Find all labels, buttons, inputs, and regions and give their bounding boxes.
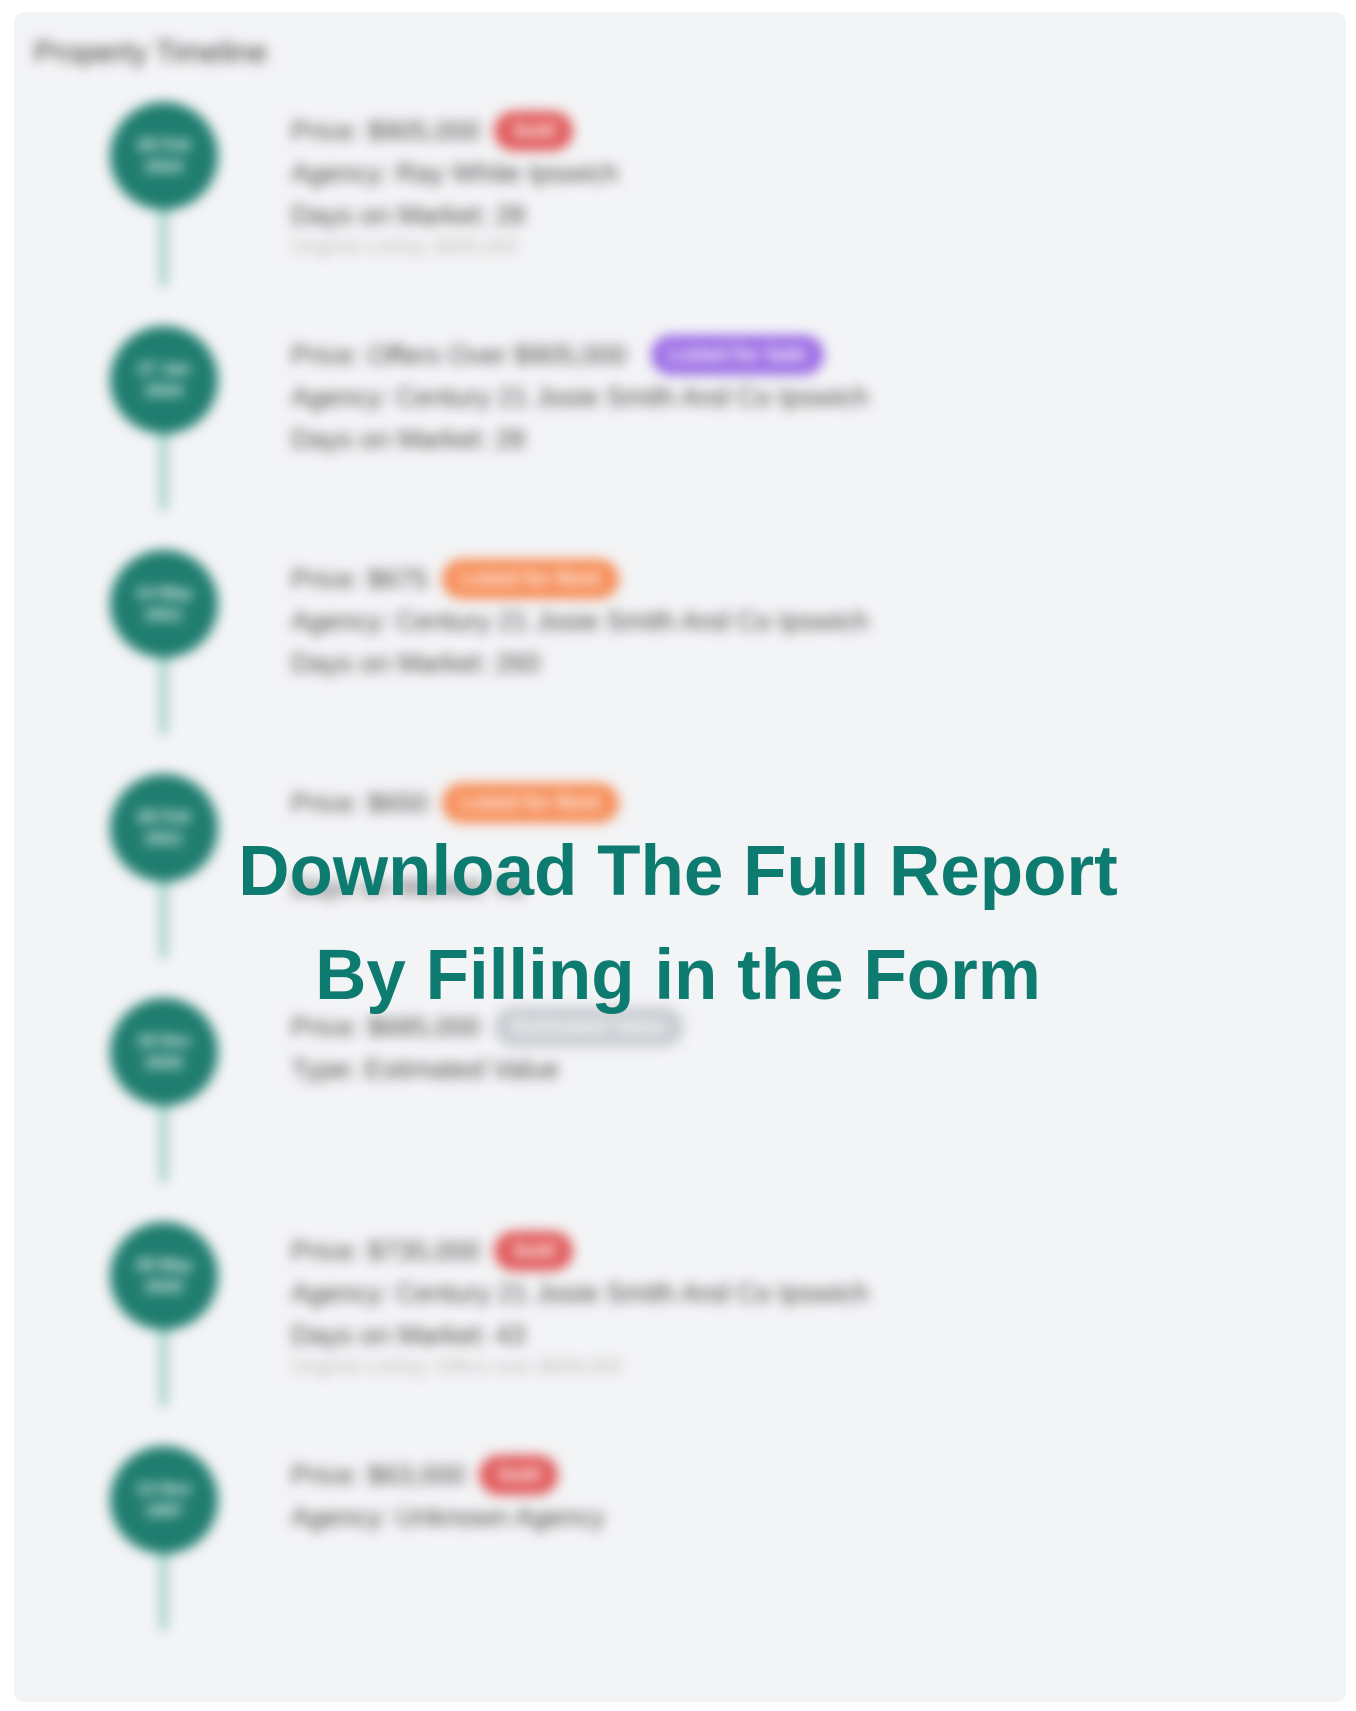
download-report-overlay: Download The Full Report By Filling in t… [0,820,1356,1028]
timeline-connector [160,210,167,286]
entry-days-on-market: Days on Market: 28 [291,199,526,230]
date-day-month: 28 Feb [137,135,191,154]
date-day-month: 14 May [135,583,193,602]
date-day-month: 13 Nov [136,1479,192,1498]
timeline-connector [160,1106,167,1182]
timeline-entry: 28 Feb 2024 Price: $905,000 Sold Agency: … [14,102,1314,326]
date-circle: 13 Nov 1997 [110,1446,218,1554]
date-day-month: 27 Jan [137,359,191,378]
entry-details: Price: Offers Over $905,000 Listed for Sa… [291,334,869,460]
status-badge: Sold [479,1455,559,1495]
entry-agency: Agency: Century 21 Josie Smith And Co Ip… [291,381,869,412]
entry-price: Price: Offers Over $905,000 [291,339,627,370]
entry-days-on-market: Days on Market: 43 [291,1319,526,1350]
timeline-connector [160,1554,167,1630]
entry-original-listing: Original Listing: Offers over $699,000 [291,1356,622,1378]
entry-agency: Agency: Century 21 Josie Smith And Co Ip… [291,605,869,636]
panel-title: Property Timeline [34,36,268,69]
entry-days-on-market: Days on Market: 28 [291,423,526,454]
timeline-entry: 27 Jan 2024 Price: Offers Over $905,000 L… [14,326,1314,550]
status-badge: Sold [494,111,574,151]
status-badge: Listed for Sale [650,335,825,375]
entry-price: Price: $650 [291,787,428,818]
timeline-entry: 14 May 2021 Price: $675 Listed for Rent A… [14,550,1314,774]
date-year: 2024 [145,157,183,176]
date-circle: 27 Jan 2024 [110,326,218,434]
entry-price: Price: $675 [291,563,428,594]
date-day-month: 28 May [135,1255,193,1274]
entry-details: Price: $905,000 Sold Agency: Ray White Ip… [291,110,618,262]
entry-original-listing: Original Listing: $905,000 [291,236,518,258]
timeline-entry: 28 May 2020 Price: $735,000 Sold Agency: … [14,1222,1314,1446]
date-circle: 28 May 2020 [110,1222,218,1330]
entry-price: Price: $63,000 [291,1459,466,1490]
overlay-line-1: Download The Full Report [238,832,1118,911]
overlay-line-2: By Filling in the Form [315,936,1041,1015]
status-badge: Listed for Rent [441,559,619,599]
entry-details: Price: $735,000 Sold Agency: Century 21 J… [291,1230,869,1382]
timeline-connector [160,1330,167,1406]
date-circle: 28 Feb 2024 [110,102,218,210]
entry-price: Price: $735,000 [291,1235,481,1266]
date-year: 2020 [145,1277,183,1296]
date-year: 2020 [145,1053,183,1072]
entry-days-on-market: Days on Market: 260 [291,647,541,678]
timeline-entry: 13 Nov 1997 Price: $63,000 Sold Agency: U… [14,1446,1314,1670]
date-year: 2024 [145,381,183,400]
date-year: 1997 [145,1501,183,1520]
entry-type: Type: Estimated Value [291,1053,560,1084]
entry-agency: Agency: Century 21 Josie Smith And Co Ip… [291,1277,869,1308]
date-day-month: 18 Dec [136,1031,192,1050]
date-circle: 14 May 2021 [110,550,218,658]
timeline-connector [160,658,167,734]
entry-agency: Agency: Ray White Ipswich [291,157,619,188]
timeline-connector [160,434,167,510]
entry-price: Price: $905,000 [291,115,481,146]
entry-agency: Agency: Unknown Agency [291,1501,605,1532]
date-year: 2021 [145,605,183,624]
entry-details: Price: $63,000 Sold Agency: Unknown Agenc… [291,1454,605,1538]
status-badge: Listed for Rent [441,783,619,823]
status-badge: Sold [494,1231,574,1271]
entry-details: Price: $675 Listed for Rent Agency: Centu… [291,558,869,684]
timeline-entry: 18 Dec 2020 Price: $685,000 Estimated Val… [14,998,1314,1222]
